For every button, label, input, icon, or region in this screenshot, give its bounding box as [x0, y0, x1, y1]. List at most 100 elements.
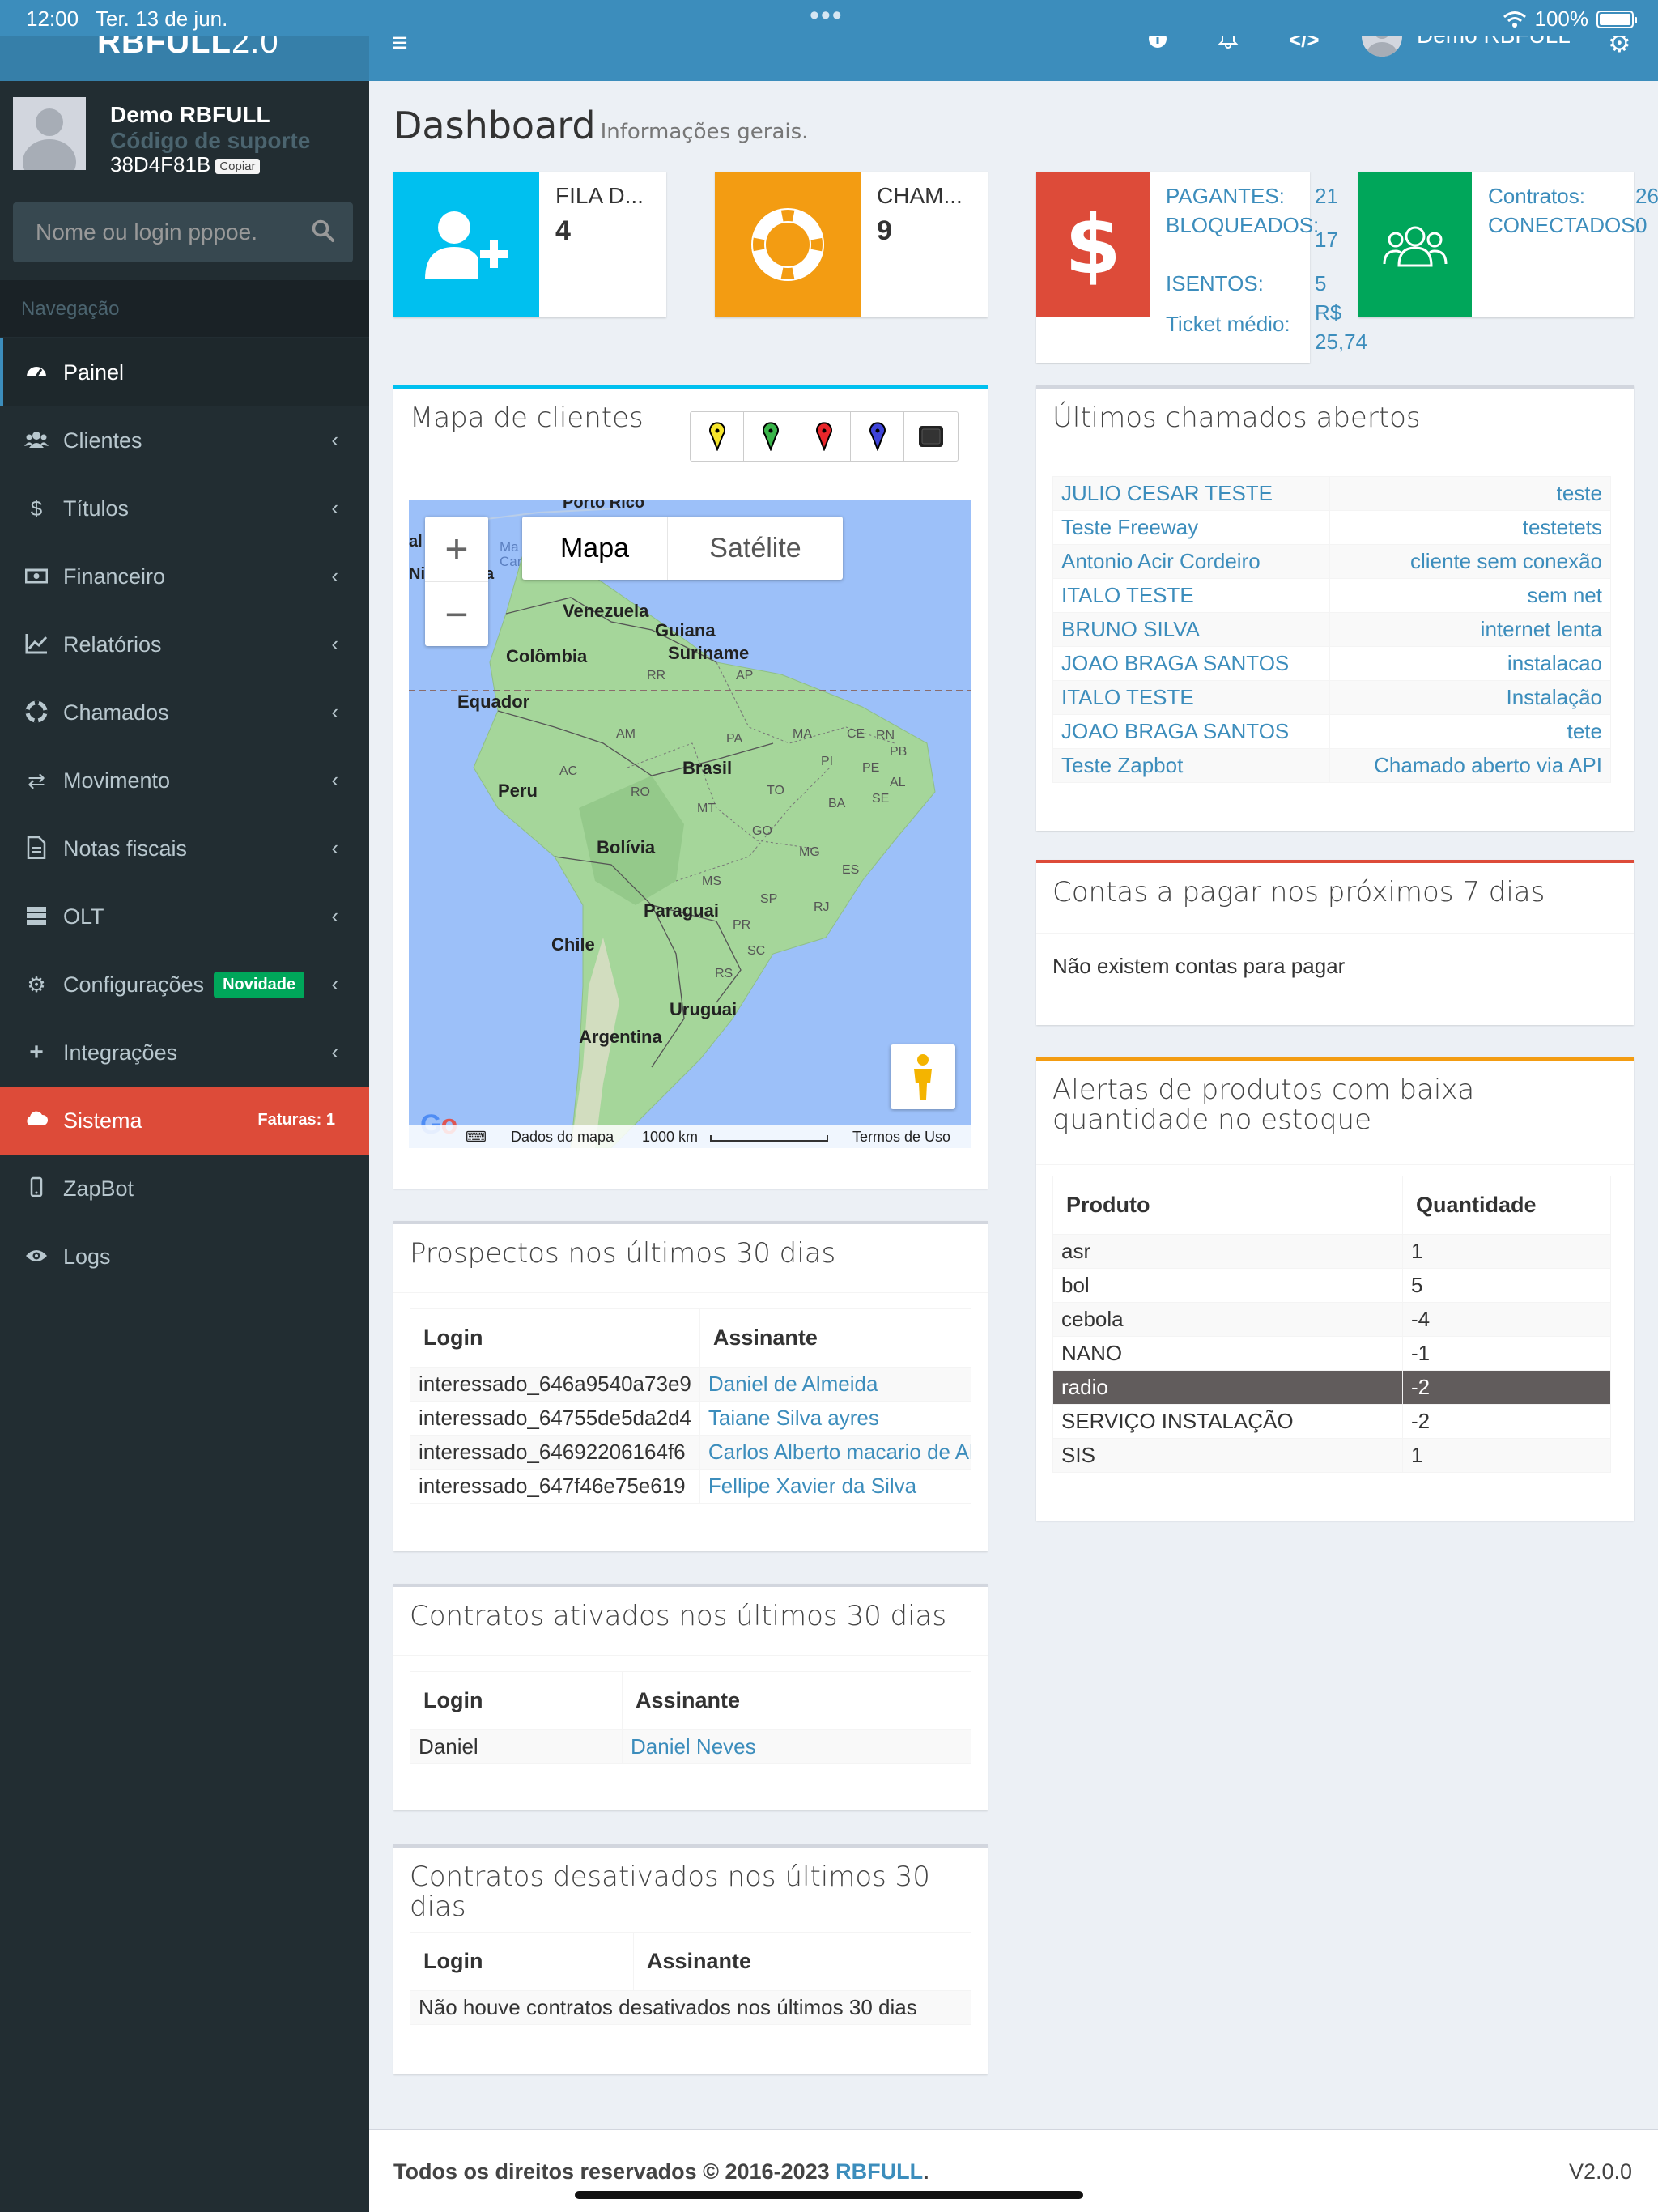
prospects-table-wrapper[interactable]: Login Assinante interessado_646a9540a73e…: [410, 1308, 971, 1514]
map-label: MG: [799, 845, 820, 859]
dollar-icon: $: [1036, 172, 1150, 317]
support-code: 38D4F81B: [110, 152, 211, 177]
prospect-subscriber-link[interactable]: Daniel de Almeida: [699, 1367, 971, 1402]
chevron-left-icon: ‹: [331, 428, 338, 452]
map-type-map-button[interactable]: Mapa: [522, 517, 668, 580]
money-icon: [24, 564, 49, 589]
ticket-client-link[interactable]: JULIO CESAR TESTE: [1052, 476, 1330, 511]
router-button[interactable]: [904, 412, 958, 461]
table-row: interessado_647f46e75e619 Fellipe Xavier …: [410, 1469, 971, 1504]
sidebar-item-movimento[interactable]: ⇄ Movimento ‹: [0, 747, 369, 815]
ticket-subject-link[interactable]: teste: [1329, 476, 1611, 511]
map-label: Brasil: [682, 758, 733, 778]
sidebar-item-label: Relatórios: [63, 632, 162, 657]
prospects-table: Login Assinante interessado_646a9540a73e…: [410, 1308, 971, 1504]
ticket-client-link[interactable]: Teste Zapbot: [1052, 748, 1330, 783]
ticket-subject-link[interactable]: tete: [1329, 714, 1611, 749]
sidebar-item-notas-fiscais[interactable]: Notas fiscais ‹: [0, 815, 369, 883]
zoom-in-icon[interactable]: +: [425, 517, 488, 581]
sidebar-item-label: Painel: [63, 359, 125, 385]
product-quantity: 5: [1402, 1268, 1611, 1303]
ticket-client-link[interactable]: Teste Freeway: [1052, 510, 1330, 545]
prospect-subscriber-link[interactable]: Carlos Alberto macario de Al: [699, 1435, 971, 1470]
sidebar-item-integracoes[interactable]: + Integrações ‹: [0, 1019, 369, 1087]
ticket-client-link[interactable]: JOAO BRAGA SANTOS: [1052, 646, 1330, 681]
map-label: GO: [752, 824, 772, 838]
ticket-client-link[interactable]: JOAO BRAGA SANTOS: [1052, 714, 1330, 749]
sidebar-item-label: Chamados: [63, 700, 169, 725]
infobox-fila[interactable]: FILA D... 4: [393, 172, 666, 317]
ticket-client-link[interactable]: Antonio Acir Cordeiro: [1052, 544, 1330, 579]
green-pin-button[interactable]: [744, 412, 797, 461]
column-header-login: Login: [410, 1308, 700, 1368]
ticket-subject-link[interactable]: Chamado aberto via API: [1329, 748, 1611, 783]
map-label: SE: [872, 792, 890, 806]
chevron-left-icon: ‹: [331, 904, 338, 928]
ticket-client-link[interactable]: ITALO TESTE: [1052, 578, 1330, 613]
infobox-contratos[interactable]: Contratos: CONECTADOS: 26 0: [1358, 172, 1658, 317]
map-type-satellite-button[interactable]: Satélite: [668, 517, 843, 580]
divider: [393, 1292, 988, 1293]
sidebar-item-titulos[interactable]: $ Títulos ‹: [0, 474, 369, 542]
ticket-client-link[interactable]: BRUNO SILVA: [1052, 612, 1330, 647]
infobox-chamados[interactable]: CHAM... 9: [715, 172, 988, 317]
contract-subscriber-link[interactable]: Daniel Neves: [622, 1729, 971, 1764]
sidebar-item-painel[interactable]: Painel: [0, 338, 369, 406]
table-row: interessado_646a9540a73e9 Daniel de Almei…: [410, 1367, 971, 1402]
sidebar-item-financeiro[interactable]: Financeiro ‹: [0, 542, 369, 610]
sidebar-item-relatorios[interactable]: Relatórios ‹: [0, 610, 369, 678]
multitask-dots-icon[interactable]: •••: [810, 0, 844, 32]
sidebar-item-logs[interactable]: Logs: [0, 1223, 369, 1291]
prospect-subscriber-link[interactable]: Taiane Silva ayres: [699, 1401, 971, 1436]
ticket-subject-link[interactable]: internet lenta: [1329, 612, 1611, 647]
prospect-subscriber-link[interactable]: Fellipe Xavier da Silva: [699, 1469, 971, 1504]
street-view-icon[interactable]: [891, 1044, 955, 1109]
sidebar-item-sistema[interactable]: Sistema Faturas: 1: [0, 1087, 369, 1155]
terms-link[interactable]: Termos de Uso: [852, 1129, 950, 1146]
activated-contracts-box: Contratos ativados nos últimos 30 dias L…: [393, 1584, 988, 1810]
file-icon: [24, 836, 49, 861]
prospect-login: interessado_64755de5da2d4: [410, 1401, 700, 1436]
clients-map[interactable]: Porto Rico al Ni a Ma Car Venezuela Guia…: [409, 500, 971, 1148]
table-row: SIS 1: [1052, 1438, 1611, 1473]
table-row: SERVIÇO INSTALAÇÃO -2: [1052, 1404, 1611, 1439]
keyboard-icon[interactable]: ⌨: [466, 1129, 487, 1146]
sidebar-item-label: Notas fiscais: [63, 836, 188, 861]
ticket-subject-link[interactable]: testetets: [1329, 510, 1611, 545]
home-indicator[interactable]: [575, 2191, 1083, 2199]
infobox-financeiro[interactable]: $ PAGANTES: BLOQUEADOS: ISENTOS: Ticket …: [1036, 172, 1367, 363]
footer-copyright: Todos os direitos reservados © 2016-2023…: [393, 2159, 929, 2184]
blue-pin-button[interactable]: [851, 412, 904, 461]
search-input[interactable]: [13, 202, 304, 262]
scale-bar: [710, 1135, 828, 1142]
table-row: bol 5: [1052, 1268, 1611, 1303]
stock-alerts-box: Alertas de produtos com baixa quantidade…: [1036, 1057, 1634, 1521]
map-data-link[interactable]: Dados do mapa: [511, 1129, 614, 1146]
ticket-subject-link[interactable]: instalacao: [1329, 646, 1611, 681]
ticket-subject-link[interactable]: Instalação: [1329, 680, 1611, 715]
activated-contracts-title: Contratos ativados nos últimos 30 dias: [410, 1600, 947, 1632]
ticket-subject-link[interactable]: cliente sem conexão: [1329, 544, 1611, 579]
sidebar-item-configuracoes[interactable]: ⚙ Configurações Novidade ‹: [0, 951, 369, 1019]
zoom-out-icon[interactable]: −: [425, 581, 488, 646]
ticket-subject-link[interactable]: sem net: [1329, 578, 1611, 613]
map-label: RJ: [814, 900, 830, 914]
chevron-left-icon: ‹: [331, 496, 338, 520]
user-name: Demo RBFULL: [110, 102, 270, 127]
battery-percent: 100%: [1534, 6, 1589, 31]
footer: Todos os direitos reservados © 2016-2023…: [369, 2129, 1658, 2212]
sidebar-item-clientes[interactable]: Clientes ‹: [0, 406, 369, 474]
sidebar-item-chamados[interactable]: Chamados ‹: [0, 678, 369, 747]
yellow-pin-button[interactable]: [691, 412, 744, 461]
search-icon[interactable]: [311, 219, 335, 243]
map-label: Chile: [551, 934, 595, 955]
latest-tickets-box: Últimos chamados abertos JULIO CESAR TES…: [1036, 385, 1634, 831]
fila-label: FILA D...: [555, 183, 644, 208]
footer-brand-link[interactable]: RBFULL: [835, 2159, 923, 2184]
sidebar-item-zapbot[interactable]: ZapBot: [0, 1155, 369, 1223]
sidebar-item-olt[interactable]: OLT ‹: [0, 883, 369, 951]
copy-button[interactable]: Copiar: [215, 158, 260, 174]
red-pin-button[interactable]: [797, 412, 851, 461]
ticket-client-link[interactable]: ITALO TESTE: [1052, 680, 1330, 715]
table-row: ITALO TESTE Instalação: [1052, 680, 1611, 715]
